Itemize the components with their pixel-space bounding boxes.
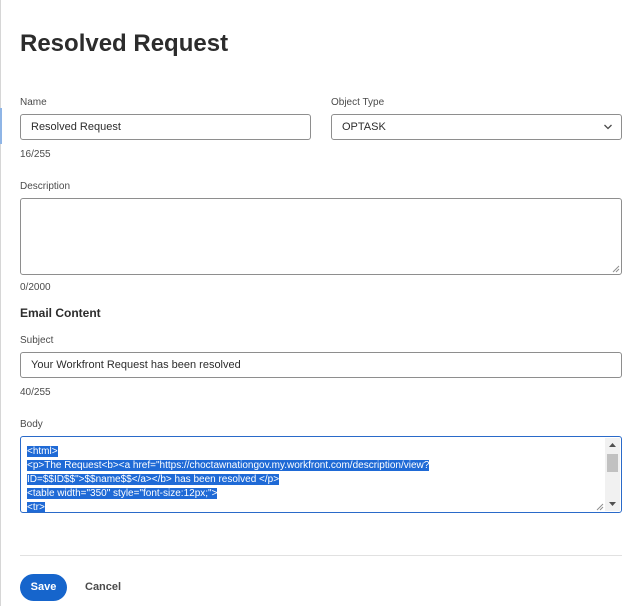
save-button[interactable]: Save xyxy=(20,574,67,601)
body-content: <html> <p>The Request<b><a href="https:/… xyxy=(27,445,603,513)
scroll-up-arrow-icon[interactable] xyxy=(605,438,620,452)
resize-grip-icon[interactable] xyxy=(612,265,620,273)
body-line: <p>The Request<b><a href="https://chocta… xyxy=(27,460,430,471)
chevron-down-icon xyxy=(604,124,612,130)
object-type-value: OPTASK xyxy=(342,121,386,133)
scroll-thumb[interactable] xyxy=(607,454,618,472)
footer-divider xyxy=(20,555,622,556)
object-type-label: Object Type xyxy=(331,97,385,108)
body-line: <tr> xyxy=(27,502,45,513)
scroll-down-arrow-icon[interactable] xyxy=(605,497,620,511)
email-content-heading: Email Content xyxy=(20,306,101,320)
body-line: <table width="350" style="font-size:12px… xyxy=(27,488,218,499)
subject-char-counter: 40/255 xyxy=(20,387,51,398)
name-char-counter: 16/255 xyxy=(20,149,51,160)
body-label: Body xyxy=(20,419,43,430)
window-left-border xyxy=(0,0,1,606)
object-type-select[interactable]: OPTASK xyxy=(331,114,622,140)
description-label: Description xyxy=(20,181,71,192)
cancel-button[interactable]: Cancel xyxy=(85,574,121,601)
body-line: ID=$$ID$$">$$name$$</a></b> has been res… xyxy=(27,474,280,485)
body-textarea[interactable]: <html> <p>The Request<b><a href="https:/… xyxy=(20,436,622,513)
description-char-counter: 0/2000 xyxy=(20,282,51,293)
subject-input[interactable]: Your Workfront Request has been resolved xyxy=(20,352,622,378)
body-scrollbar[interactable] xyxy=(605,438,620,511)
description-textarea[interactable] xyxy=(20,198,622,275)
name-label: Name xyxy=(20,97,47,108)
subject-label: Subject xyxy=(20,335,54,346)
name-input[interactable]: Resolved Request xyxy=(20,114,311,140)
page-title: Resolved Request xyxy=(20,30,229,57)
window-left-accent xyxy=(0,108,2,144)
body-line: <html> xyxy=(27,446,58,457)
resize-grip-icon[interactable] xyxy=(596,503,604,511)
